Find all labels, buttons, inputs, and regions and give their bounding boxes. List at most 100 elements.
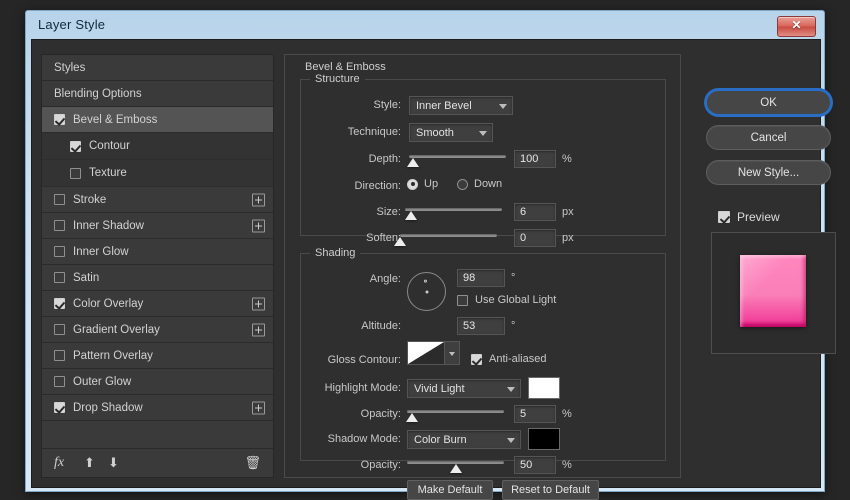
gloss-contour-swatch[interactable] [407,341,445,365]
style-row-inner-glow[interactable]: Inner Glow [42,239,273,265]
cancel-button[interactable]: Cancel [706,125,831,150]
close-window-button[interactable]: ✕ [777,16,816,37]
angle-input[interactable]: 98 [457,269,505,287]
style-row-outer-glow[interactable]: Outer Glow [42,369,273,395]
direction-up-radio[interactable]: Up [407,178,438,190]
soften-slider-thumb[interactable] [394,237,406,246]
style-row-label: Contour [89,140,130,152]
style-row-blending-options[interactable]: Blending Options [42,81,273,107]
technique-label: Technique: [311,126,401,138]
radio-selected-icon [407,179,418,190]
structure-group-title: Structure [310,73,365,85]
soften-slider[interactable] [400,233,497,247]
style-row-inner-shadow[interactable]: Inner Shadow [42,213,273,239]
highlight-opacity-label: Opacity: [311,408,401,420]
size-slider-thumb[interactable] [405,211,417,220]
direction-up-label: Up [424,178,438,190]
highlight-opacity-input[interactable]: 5 [514,405,556,423]
preview-thumbnail [711,232,836,354]
depth-slider[interactable] [409,154,506,168]
style-row-pattern-overlay[interactable]: Pattern Overlay [42,343,273,369]
checkbox-icon[interactable] [54,350,65,361]
shadow-color-swatch[interactable] [528,428,560,450]
close-icon: ✕ [778,18,815,32]
style-row-satin[interactable]: Satin [42,265,273,291]
checkbox-icon[interactable] [70,168,81,179]
size-label: Size: [311,206,401,218]
shadow-opacity-slider[interactable] [407,460,504,474]
add-effect-icon[interactable] [252,219,265,232]
shadow-opacity-input[interactable]: 50 [514,456,556,474]
altitude-input[interactable]: 53 [457,317,505,335]
style-select[interactable]: Inner Bevel [409,96,513,115]
gloss-contour-dropdown[interactable] [445,341,460,365]
preview-checkbox[interactable]: Preview [718,210,780,224]
reset-to-default-button[interactable]: Reset to Default [502,480,599,500]
highlight-mode-select[interactable]: Vivid Light [407,379,521,398]
style-row-bevel-emboss[interactable]: Bevel & Emboss [42,107,273,133]
angle-dial[interactable] [407,272,446,311]
checkbox-checked-icon[interactable] [54,114,65,125]
checkbox-checked-icon[interactable] [54,298,65,309]
add-effect-icon[interactable] [252,297,265,310]
make-default-button[interactable]: Make Default [407,480,493,500]
depth-input[interactable]: 100 [514,150,556,168]
delete-icon[interactable]: 🗑 [244,455,261,471]
checkbox-checked-icon[interactable] [70,141,81,152]
size-slider[interactable] [405,207,502,221]
soften-input[interactable]: 0 [514,229,556,247]
checkbox-icon[interactable] [54,324,65,335]
style-row-color-overlay[interactable]: Color Overlay [42,291,273,317]
altitude-label: Altitude: [311,320,401,332]
style-row-label: Color Overlay [73,298,143,310]
style-row-contour[interactable]: Contour [42,133,273,160]
shadow-mode-value: Color Burn [414,434,467,446]
ok-button[interactable]: OK [706,90,831,115]
size-input[interactable]: 6 [514,203,556,221]
technique-select[interactable]: Smooth [409,123,493,142]
shadow-mode-select[interactable]: Color Burn [407,430,521,449]
style-row-stroke[interactable]: Stroke [42,187,273,213]
style-row-drop-shadow[interactable]: Drop Shadow [42,395,273,421]
fx-icon[interactable]: fx [54,455,64,471]
highlight-opacity-unit: % [562,408,572,420]
add-effect-icon[interactable] [252,193,265,206]
gloss-contour-label: Gloss Contour: [305,354,401,366]
add-effect-icon[interactable] [252,401,265,414]
depth-slider-thumb[interactable] [407,158,419,167]
shadow-opacity-thumb[interactable] [450,464,462,473]
use-global-light-checkbox[interactable]: Use Global Light [457,294,556,306]
style-row-texture[interactable]: Texture [42,160,273,187]
checkbox-icon[interactable] [54,194,65,205]
checkbox-icon[interactable] [54,272,65,283]
shadow-opacity-unit: % [562,459,572,471]
checkbox-checked-icon[interactable] [54,402,65,413]
style-row-gradient-overlay[interactable]: Gradient Overlay [42,317,273,343]
highlight-opacity-thumb[interactable] [406,413,418,422]
style-row-label: Pattern Overlay [73,350,153,362]
soften-label: Soften: [311,232,401,244]
style-row-label: Stroke [73,194,106,206]
preview-shape [740,255,806,327]
window-titlebar: Layer Style ✕ [26,11,824,41]
move-down-icon[interactable]: ⬇ [108,455,119,471]
add-effect-icon[interactable] [252,323,265,336]
direction-down-radio[interactable]: Down [457,178,502,190]
highlight-opacity-slider[interactable] [407,409,504,423]
checkbox-icon[interactable] [54,246,65,257]
checkbox-icon[interactable] [54,220,65,231]
highlight-mode-label: Highlight Mode: [301,382,401,394]
anti-aliased-checkbox[interactable]: Anti-aliased [471,353,546,365]
checkbox-icon[interactable] [54,376,65,387]
style-row-styles[interactable]: Styles [42,55,273,81]
anti-aliased-label: Anti-aliased [489,353,546,365]
checkbox-checked-icon [471,354,482,365]
move-up-icon[interactable]: ⬆ [84,455,95,471]
style-row-label: Inner Glow [73,246,129,258]
style-select-value: Inner Bevel [416,100,472,112]
soften-slider-track [400,234,497,237]
style-row-label: Styles [42,62,85,74]
new-style-button[interactable]: New Style... [706,160,831,185]
angle-dial-center [425,290,428,293]
highlight-color-swatch[interactable] [528,377,560,399]
